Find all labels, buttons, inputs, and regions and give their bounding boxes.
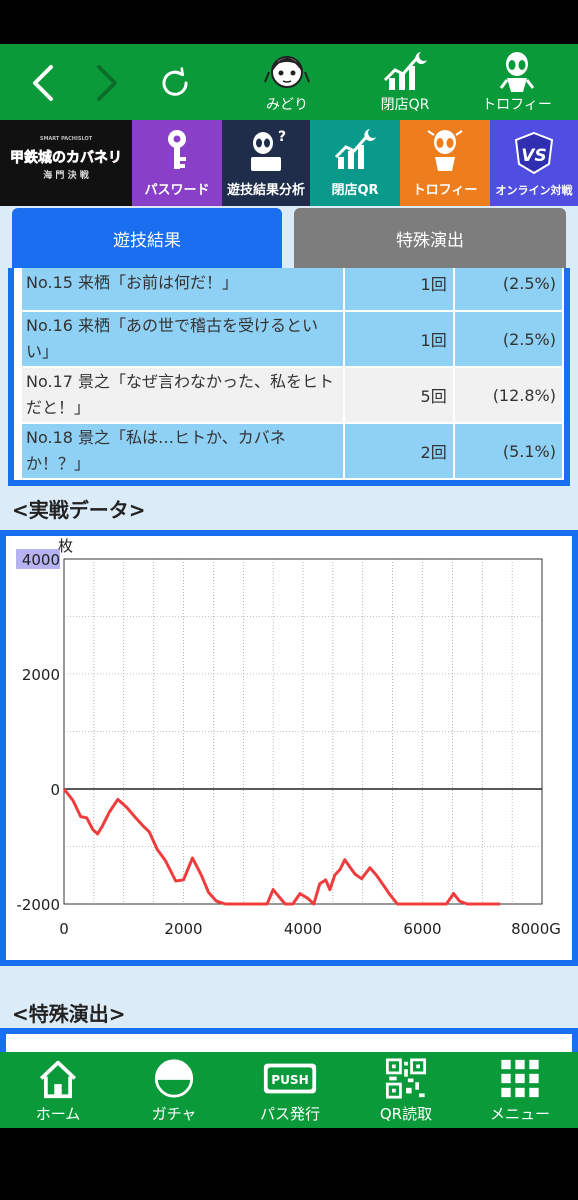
slump-graph: 4000 2000 0 -2000 枚 0 2000 4000 6000 8000G — [16, 537, 561, 938]
result-table: No.15 来栖「お前は何だ！」 1回 (2.5%) No.16 来栖「あの世で… — [20, 268, 564, 480]
row-name: No.15 来栖「お前は何だ！」 — [22, 268, 343, 310]
row-name: No.16 来栖「あの世で稽古を受けるといい」 — [22, 312, 343, 366]
row-count: 2回 — [344, 424, 453, 478]
midori-character-icon — [264, 56, 310, 88]
closing-qr-tile-label: 閉店QR — [331, 183, 379, 198]
home-button[interactable]: ホーム — [8, 1058, 108, 1124]
table-row: No.17 景之「なぜ言わなかった、私をヒトだと！」 5回 (12.8%) — [22, 368, 562, 422]
online-battle-label: オンライン対戦 — [495, 184, 573, 197]
password-tile[interactable]: パスワード — [132, 120, 222, 206]
svg-text:PUSH: PUSH — [271, 1073, 309, 1087]
alien-headset-icon — [427, 130, 463, 171]
special-effects-heading: <特殊演出> — [12, 1002, 126, 1026]
analysis-character-icon: ? — [251, 129, 286, 171]
y-tick-label: 0 — [50, 781, 60, 799]
y-tick-label: 2000 — [22, 666, 60, 684]
row-count: 1回 — [344, 268, 453, 310]
reload-button[interactable] — [150, 58, 200, 108]
special-effects-panel — [0, 1028, 578, 1052]
x-tick-label: 6000 — [403, 920, 441, 938]
gacha-label: ガチャ — [151, 1105, 197, 1123]
qr-read-button[interactable]: QR読取 — [356, 1058, 456, 1124]
feature-tiles: SMART PACHISLOT 甲鉄城のカバネリ 海 門 決 戦 パスワード ?… — [0, 120, 578, 206]
main-content: 遊技結果 特殊演出 No.15 来栖「お前は何だ！」 1回 (2.5%) No.… — [0, 206, 578, 1052]
chart-panel: 4000 2000 0 -2000 枚 0 2000 4000 6000 8000G — [0, 530, 578, 966]
vs-shield-icon: VS — [514, 131, 554, 175]
svg-text:VS: VS — [521, 146, 546, 166]
table-row: No.16 来栖「あの世で稽古を受けるといい」 1回 (2.5%) — [22, 312, 562, 366]
svg-text:SMART PACHISLOT: SMART PACHISLOT — [40, 136, 93, 142]
row-count: 5回 — [344, 368, 453, 422]
analysis-label: 遊技結果分析 — [226, 183, 305, 198]
menu-label: メニュー — [489, 1105, 550, 1123]
password-label: パスワード — [144, 183, 210, 198]
tab-play-result[interactable]: 遊技結果 — [12, 208, 282, 268]
pass-issue-button[interactable]: PUSH パス発行 — [240, 1058, 340, 1124]
reload-icon — [162, 67, 188, 96]
table-row: No.15 来栖「お前は何だ！」 1回 (2.5%) — [22, 268, 562, 310]
row-name: No.18 景之「私は…ヒトか、カバネか！？」 — [22, 424, 343, 478]
kabaneri-logo: SMART PACHISLOT 甲鉄城のカバネリ 海 門 決 戦 — [3, 128, 129, 198]
row-percent: (2.5%) — [454, 312, 562, 366]
forward-button[interactable] — [82, 58, 132, 108]
x-tick-label: 8000G — [511, 920, 561, 938]
chart-moon-icon — [334, 129, 376, 169]
svg-text:甲鉄城のカバネリ: 甲鉄城のカバネリ — [10, 149, 122, 166]
x-tick-label: 4000 — [284, 920, 322, 938]
trophy-label: トロフィー — [482, 97, 552, 113]
bottom-navigation-bar: ホーム ガチャ PUSH パス発行 QR読取 メニュー — [0, 1052, 578, 1128]
qr-code-icon — [385, 1058, 427, 1099]
online-battle-tile[interactable]: VS オンライン対戦 — [490, 120, 578, 206]
x-tick-label: 2000 — [164, 920, 202, 938]
table-row: No.18 景之「私は…ヒトか、カバネか！？」 2回 (5.1%) — [22, 424, 562, 478]
closing-qr-label: 閉店QR — [380, 97, 430, 113]
chart-moon-icon — [383, 52, 427, 90]
tab-bar: 遊技結果 特殊演出 — [12, 208, 566, 268]
real-data-heading: <実戦データ> — [12, 498, 146, 522]
alien-trophy-icon — [499, 52, 535, 92]
trophy-button[interactable]: トロフィー — [472, 50, 562, 116]
pass-issue-label: パス発行 — [259, 1105, 320, 1123]
chevron-right-icon — [97, 65, 117, 101]
row-percent: (2.5%) — [454, 268, 562, 310]
result-table-panel: No.15 来栖「お前は何だ！」 1回 (2.5%) No.16 来栖「あの世で… — [8, 268, 570, 486]
row-percent: (5.1%) — [454, 424, 562, 478]
push-button-icon: PUSH — [263, 1063, 317, 1094]
x-tick-label: 0 — [59, 920, 69, 938]
row-count: 1回 — [344, 312, 453, 366]
chevron-left-icon — [33, 65, 53, 101]
midori-label: みどり — [266, 97, 308, 113]
key-icon — [168, 130, 186, 169]
back-button[interactable] — [18, 58, 68, 108]
home-icon — [39, 1060, 77, 1099]
menu-button[interactable]: メニュー — [470, 1058, 570, 1124]
closing-qr-button[interactable]: 閉店QR — [360, 50, 450, 116]
home-label: ホーム — [35, 1105, 81, 1123]
trophy-tile-label: トロフィー — [412, 183, 478, 198]
midori-button[interactable]: みどり — [242, 50, 332, 116]
top-navigation-bar: みどり 閉店QR トロフィー — [0, 44, 578, 120]
grid-menu-icon — [501, 1059, 539, 1098]
trophy-tile[interactable]: トロフィー — [400, 120, 490, 206]
y-tick-label: -2000 — [16, 896, 60, 914]
closing-qr-tile[interactable]: 閉店QR — [310, 120, 400, 206]
gacha-button[interactable]: ガチャ — [124, 1058, 224, 1124]
row-name: No.17 景之「なぜ言わなかった、私をヒトだと！」 — [22, 368, 343, 422]
tab-special-effects[interactable]: 特殊演出 — [294, 208, 566, 268]
row-percent: (12.8%) — [454, 368, 562, 422]
svg-text:海 門 決 戦: 海 門 決 戦 — [43, 169, 89, 181]
y-axis-unit: 枚 — [58, 537, 73, 555]
qr-read-label: QR読取 — [379, 1105, 433, 1123]
y-tick-label: 4000 — [22, 551, 60, 569]
svg-text:?: ? — [278, 129, 286, 145]
screen: { "top_nav": { "midori_label": "みどり", "c… — [0, 0, 578, 1200]
gacha-ball-icon — [154, 1059, 194, 1098]
game-logo[interactable]: SMART PACHISLOT 甲鉄城のカバネリ 海 門 決 戦 — [0, 120, 132, 206]
analysis-tile[interactable]: ? 遊技結果分析 — [222, 120, 310, 206]
